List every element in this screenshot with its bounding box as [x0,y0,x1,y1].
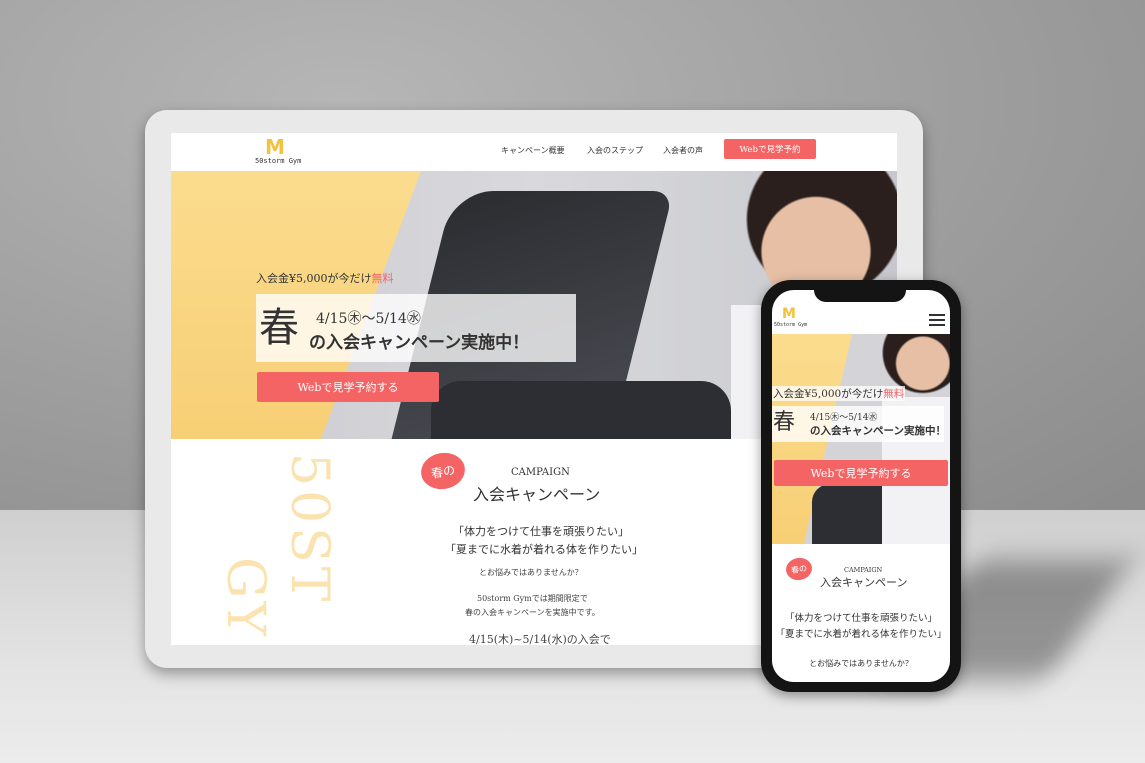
gym-logo-icon[interactable]: M [782,306,796,322]
phone-hero-section: 入会金¥5,000が今だけ無料 春 4/15㊍〜5/14㊌ の入会キャンペーン実… [772,334,950,544]
nav-item-member-voices[interactable]: 入会者の声 [663,145,703,156]
phone-notch [814,288,906,302]
hero-subtitle-main: 入会金¥5,000が今だけ [256,272,372,285]
watermark-text-2: GY [215,557,275,640]
phone-screen: M 50storm Gym 入会金¥5,000が今だけ無料 春 4/15㊍〜5/… [772,290,950,682]
hero-date-range: 4/15㊍〜5/14㊌ [316,311,421,327]
hero-subtitle-free: 無料 [371,272,394,285]
phone-hero-title: の入会キャンペーン実施中！ [810,425,946,437]
hero-title: の入会キャンペーン実施中！ [309,333,530,353]
logo-text[interactable]: 50storm Gym [255,157,301,165]
hamburger-menu-icon[interactable] [929,314,945,326]
campaign-period: 4/15(木)~5/14(水)の入会で [469,633,611,645]
phone-worry-question: とお悩みではありませんか？ [809,659,913,668]
campaign-line-1: 50storm Gymでは期間限定で [477,594,588,603]
phone-hero-subtitle: 入会金¥5,000が今だけ無料 [772,386,906,401]
tablet-header: M 50storm Gym キャンペーン概要 入会のステップ 入会者の声 Web… [171,133,897,171]
hero-treadmill-base [431,381,731,439]
phone-campaign-section: 春の CAMPAIGN 入会キャンペーン 「体力をつけて仕事を頑張りたい」 「夏… [772,544,950,682]
phone-quote-2: 「夏までに水着が着れる体を作りたい」 [775,629,947,640]
phone-hero-date-range: 4/15㊍〜5/14㊌ [810,413,878,423]
worry-question: とお悩みではありませんか？ [479,568,583,577]
phone-quote-1: 「体力をつけて仕事を頑張りたい」 [784,613,937,624]
phone-hero-subtitle-main: 入会金¥5,000が今だけ [773,388,884,400]
campaign-line-2: 春の入会キャンペーンを実施中です。 [465,608,600,617]
nav-item-campaign-overview[interactable]: キャンペーン概要 [501,145,565,156]
spring-badge: 春の [418,449,468,493]
phone-hero-haru: 春 [773,410,796,435]
phone-hero-cta-button[interactable]: Webで見学予約する [774,460,948,486]
nav-item-join-steps[interactable]: 入会のステップ [587,145,643,156]
gym-logo-icon[interactable]: M [265,135,285,159]
hero-cta-button[interactable]: Webで見学予約する [257,372,439,402]
phone-campaign-title: 入会キャンペーン [820,576,908,589]
web-visit-reservation-button[interactable]: Webで見学予約 [724,139,816,159]
campaign-label-en: CAMPAIGN [511,467,570,478]
hero-haru: 春 [259,305,299,351]
phone-spring-badge: 春の [784,555,814,583]
phone-campaign-label-en: CAMPAIGN [844,566,883,574]
hero-subtitle: 入会金¥5,000が今だけ無料 [256,270,394,286]
campaign-title: 入会キャンペーン [473,485,601,504]
phone-logo-text[interactable]: 50storm Gym [774,322,807,328]
phone-hero-subtitle-free: 無料 [883,388,905,400]
